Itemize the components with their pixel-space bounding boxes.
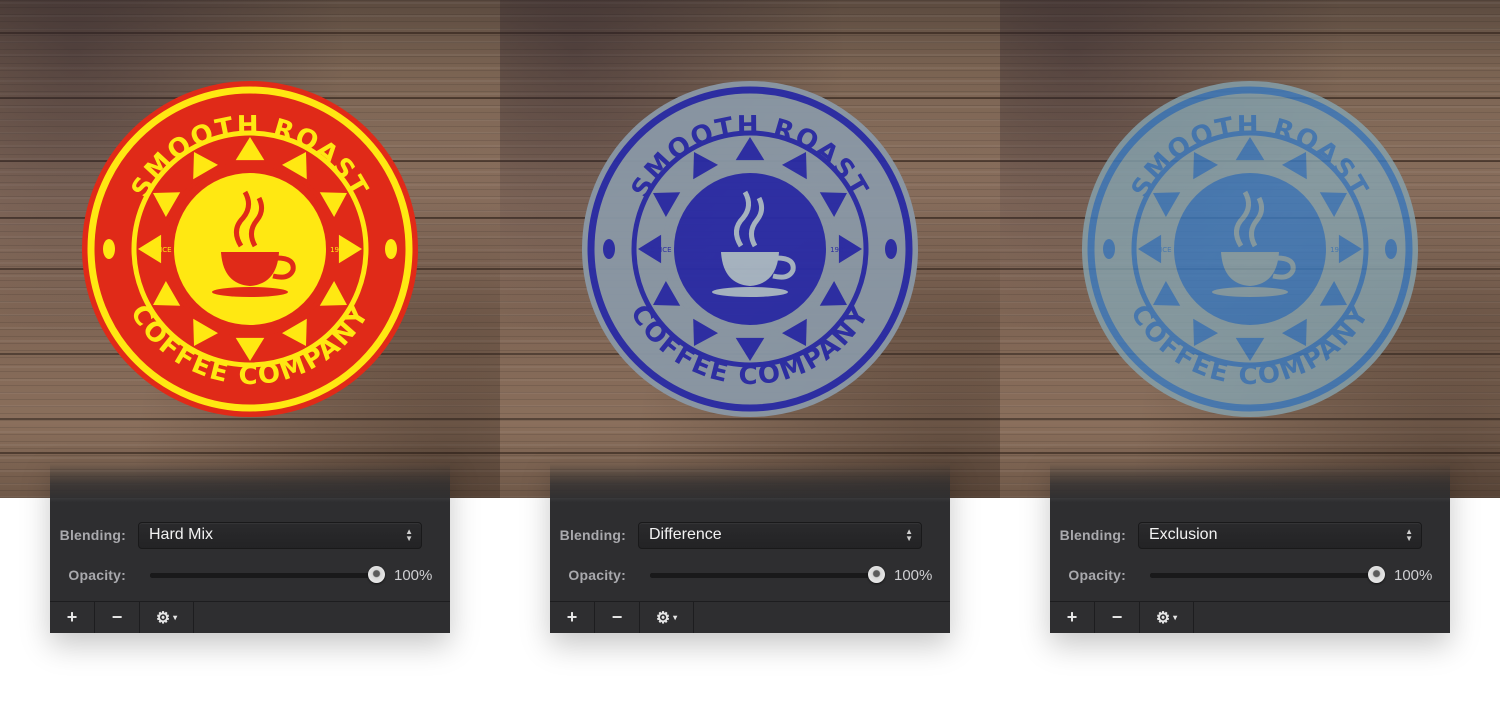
slider-fill	[650, 573, 876, 578]
opacity-value: 100%	[894, 566, 933, 584]
gear-menu-button[interactable]: ⚙ ▾	[640, 602, 694, 633]
gear-icon: ⚙	[655, 609, 671, 627]
opacity-slider[interactable]	[650, 565, 885, 585]
updown-arrows-icon: ▲ ▼	[1405, 527, 1413, 543]
opacity-label: Opacity:	[568, 567, 626, 583]
gear-menu-button[interactable]: ⚙ ▾	[1140, 602, 1194, 633]
wood-background: SMOOTH ROAST COFFEE COMPANY SINCE 1981	[0, 0, 500, 498]
chevron-down-icon: ▾	[173, 613, 178, 622]
coffee-badge-logo: SMOOTH ROAST COFFEE COMPANY SINCE 1981	[582, 81, 918, 417]
coffee-bean-icon	[1103, 239, 1115, 259]
gear-menu-button[interactable]: ⚙ ▾	[140, 602, 194, 633]
coffee-bean-icon	[385, 239, 397, 259]
blending-mode-value: Hard Mix	[149, 526, 214, 543]
plus-icon: +	[1066, 607, 1078, 627]
minus-icon: −	[1111, 607, 1123, 627]
add-button[interactable]: +	[550, 602, 595, 633]
blending-palette: Blending: Exclusion ▲ ▼ Opacity: 100% + −	[1050, 462, 1450, 633]
coffee-bean-icon	[885, 239, 897, 259]
opacity-label: Opacity:	[68, 567, 126, 583]
gear-icon: ⚙	[1155, 609, 1171, 627]
add-button[interactable]: +	[50, 602, 95, 633]
updown-arrows-icon: ▲ ▼	[405, 527, 413, 543]
slider-knob[interactable]	[1368, 566, 1385, 583]
blending-label: Blending:	[559, 527, 626, 543]
updown-arrows-icon: ▲ ▼	[905, 527, 913, 543]
opacity-slider[interactable]	[1150, 565, 1385, 585]
badge-since-text: SINCE	[150, 246, 171, 254]
minus-icon: −	[611, 607, 623, 627]
coffee-bean-icon	[603, 239, 615, 259]
blending-label: Blending:	[1059, 527, 1126, 543]
opacity-label: Opacity:	[1068, 567, 1126, 583]
remove-button[interactable]: −	[595, 602, 640, 633]
remove-button[interactable]: −	[1095, 602, 1140, 633]
coffee-badge-logo: SMOOTH ROAST COFFEE COMPANY SINCE 1981	[1082, 81, 1418, 417]
blending-mode-value: Difference	[649, 526, 722, 543]
wood-background: SMOOTH ROAST COFFEE COMPANY SINCE 1981	[1000, 0, 1500, 498]
remove-button[interactable]: −	[95, 602, 140, 633]
badge-since-text: SINCE	[1150, 246, 1171, 254]
slider-knob[interactable]	[368, 566, 385, 583]
plus-icon: +	[66, 607, 78, 627]
blend-example-panel: SMOOTH ROAST COFFEE COMPANY SINCE 1981 B…	[1000, 0, 1500, 703]
blending-mode-select[interactable]: Hard Mix ▲ ▼	[138, 521, 422, 549]
blending-palette: Blending: Difference ▲ ▼ Opacity: 100% + …	[550, 462, 950, 633]
badge-year-text: 1981	[1330, 246, 1348, 254]
palette-toolbar: + − ⚙ ▾	[50, 601, 450, 633]
badge-since-text: SINCE	[650, 246, 671, 254]
opacity-value: 100%	[1394, 566, 1433, 584]
palette-toolbar: + − ⚙ ▾	[1050, 601, 1450, 633]
coffee-bean-icon	[103, 239, 115, 259]
blending-mode-select[interactable]: Exclusion ▲ ▼	[1138, 521, 1422, 549]
opacity-slider[interactable]	[150, 565, 385, 585]
chevron-down-icon: ▾	[673, 613, 678, 622]
opacity-value: 100%	[394, 566, 433, 584]
badge-year-text: 1981	[330, 246, 348, 254]
slider-knob[interactable]	[868, 566, 885, 583]
minus-icon: −	[111, 607, 123, 627]
blend-example-panel: SMOOTH ROAST COFFEE COMPANY SINCE 1981 B…	[0, 0, 500, 703]
palette-toolbar: + − ⚙ ▾	[550, 601, 950, 633]
gear-icon: ⚙	[155, 609, 171, 627]
blending-mode-value: Exclusion	[1149, 526, 1218, 543]
add-button[interactable]: +	[1050, 602, 1095, 633]
coffee-bean-icon	[1385, 239, 1397, 259]
badge-year-text: 1981	[830, 246, 848, 254]
blend-example-panel: SMOOTH ROAST COFFEE COMPANY SINCE 1981 B…	[500, 0, 1000, 703]
chevron-down-icon: ▾	[1173, 613, 1178, 622]
blending-mode-select[interactable]: Difference ▲ ▼	[638, 521, 922, 549]
slider-fill	[150, 573, 376, 578]
wood-background: SMOOTH ROAST COFFEE COMPANY SINCE 1981	[500, 0, 1000, 498]
blending-palette: Blending: Hard Mix ▲▼ Opacity: 100% + −	[50, 462, 450, 633]
coffee-badge-logo: SMOOTH ROAST COFFEE COMPANY SINCE 1981	[82, 81, 418, 417]
plus-icon: +	[566, 607, 578, 627]
slider-fill	[1150, 573, 1376, 578]
blending-label: Blending:	[59, 527, 126, 543]
